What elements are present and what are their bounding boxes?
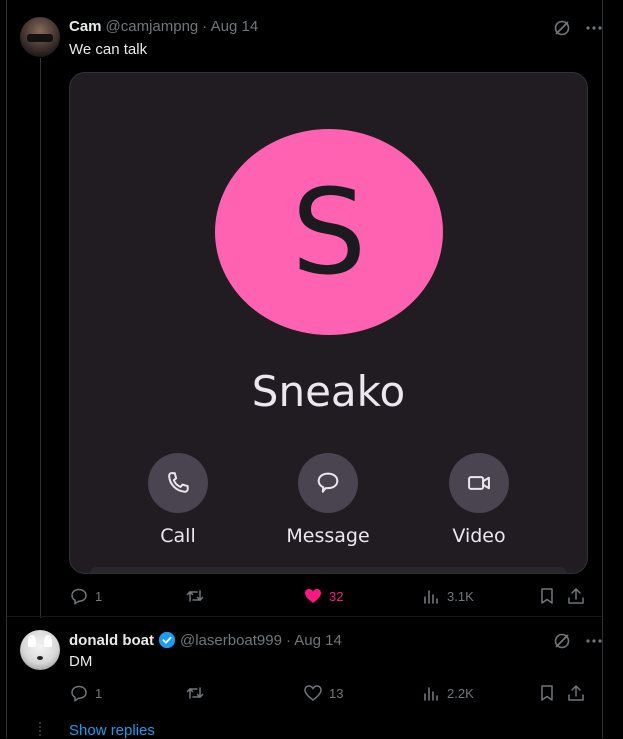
like-count: 13	[329, 685, 344, 701]
more-options-icon[interactable]	[585, 632, 603, 650]
views-button[interactable]: 2.2K	[421, 683, 474, 703]
avatar-nose	[37, 656, 43, 660]
reply-count: 1	[95, 685, 103, 701]
tweet-date[interactable]: · Aug 14	[286, 632, 342, 649]
contact-initial: S	[291, 163, 367, 301]
contact-name: Sneako	[251, 367, 406, 416]
reply-icon	[71, 588, 87, 605]
call-label: Call	[160, 525, 196, 547]
show-replies-link[interactable]: Show replies	[69, 722, 155, 739]
tweet-actions: 1 32 3.1K	[69, 586, 587, 608]
thread-line	[40, 58, 41, 618]
tweet-header: donald boat @laserboat999 · Aug 14	[69, 631, 342, 649]
call-action: Call	[118, 453, 238, 547]
reply-icon	[71, 685, 87, 702]
contact-avatar-circle: S	[215, 129, 443, 335]
grok-icon[interactable]	[553, 632, 571, 650]
video-camera-icon	[449, 453, 509, 513]
retweet-button[interactable]	[185, 586, 205, 606]
retweet-icon	[186, 590, 204, 602]
views-icon	[424, 687, 438, 701]
right-border	[602, 0, 603, 738]
media-image[interactable]: S Sneako Call Message Video	[69, 72, 588, 574]
left-border	[6, 0, 7, 738]
video-label: Video	[452, 525, 506, 547]
tweet-top-icons	[553, 19, 603, 37]
author-handle[interactable]: @camjampng	[106, 18, 199, 35]
message-label: Message	[286, 525, 370, 547]
chat-bubble-icon	[298, 453, 358, 513]
bookmark-icon	[541, 685, 553, 701]
tweet-actions: 1 13 2.2K	[69, 683, 587, 705]
avatar[interactable]	[20, 630, 60, 670]
like-button[interactable]: 13	[303, 683, 343, 703]
heart-filled-icon	[305, 589, 321, 603]
views-icon	[424, 590, 438, 604]
avatar-ear-left	[28, 635, 36, 647]
retweet-icon	[186, 687, 204, 699]
author-handle[interactable]: @laserboat999	[180, 632, 282, 649]
like-button[interactable]: 32	[303, 586, 343, 606]
avatar-glasses	[27, 34, 53, 42]
reply-count: 1	[95, 588, 103, 604]
share-icon	[568, 685, 584, 701]
avatar[interactable]	[20, 17, 60, 57]
author-name[interactable]: Cam	[69, 18, 102, 35]
tweet-header: Cam @camjampng · Aug 14	[69, 18, 258, 35]
grok-icon[interactable]	[553, 19, 571, 37]
tweet-text: We can talk	[69, 41, 148, 58]
reply-button[interactable]: 1	[69, 586, 102, 606]
bottom-sheet-edge	[90, 567, 567, 573]
tweet-divider	[7, 616, 602, 617]
bookmark-button[interactable]	[537, 586, 557, 606]
phone-icon	[148, 453, 208, 513]
author-name[interactable]: donald boat	[69, 632, 154, 649]
video-action: Video	[419, 453, 539, 547]
retweet-button[interactable]	[185, 683, 205, 703]
views-count: 3.1K	[447, 588, 474, 604]
heart-icon	[304, 685, 322, 701]
views-button[interactable]: 3.1K	[421, 586, 474, 606]
share-button[interactable]	[566, 586, 586, 606]
share-icon	[568, 588, 584, 604]
share-button[interactable]	[566, 683, 586, 703]
bookmark-icon	[541, 588, 553, 604]
more-options-icon[interactable]	[585, 19, 603, 37]
message-action: Message	[268, 453, 388, 547]
like-count: 32	[329, 588, 344, 604]
views-count: 2.2K	[447, 685, 474, 701]
thread-dots	[39, 722, 44, 736]
verified-badge-icon	[158, 631, 176, 649]
reply-button[interactable]: 1	[69, 683, 102, 703]
tweet-date[interactable]: · Aug 14	[202, 18, 258, 35]
tweet-text: DM	[69, 653, 93, 670]
bookmark-button[interactable]	[537, 683, 557, 703]
tweet-top-icons	[553, 632, 603, 650]
avatar-ear-right	[44, 635, 52, 647]
